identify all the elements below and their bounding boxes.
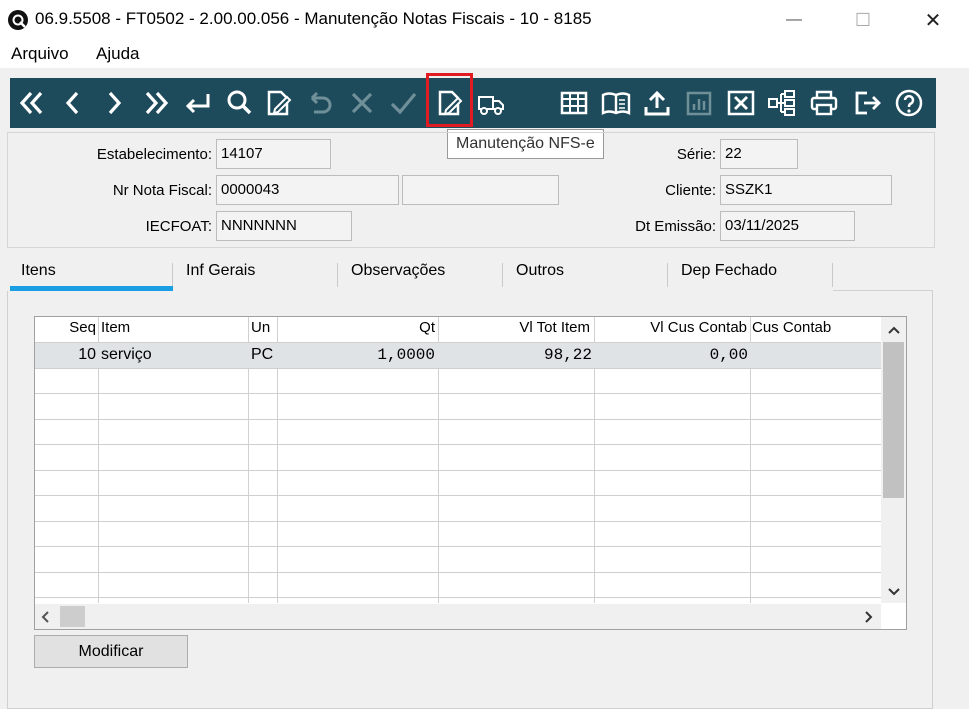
book-icon[interactable] (599, 86, 633, 120)
grid-row-line (35, 546, 881, 547)
upload-icon[interactable] (640, 86, 674, 120)
cliente-label: Cliente: (665, 182, 716, 199)
exit-icon[interactable] (850, 86, 884, 120)
cancel-icon[interactable] (345, 86, 379, 120)
horizontal-scroll-thumb[interactable] (60, 606, 85, 627)
nr-nota-fiscal-extra-field[interactable] (402, 175, 559, 205)
first-icon[interactable] (15, 86, 49, 120)
cell-vl-cus-contab: 0,00 (709, 346, 748, 364)
menu-ajuda[interactable]: Ajuda (96, 44, 139, 64)
maximize-button[interactable]: ☐ (840, 4, 886, 36)
tab-border (833, 290, 933, 291)
menu-arquivo[interactable]: Arquivo (11, 44, 69, 64)
print-icon[interactable] (807, 86, 841, 120)
scroll-down-icon[interactable] (884, 584, 904, 600)
column-header-item[interactable]: Item (101, 319, 130, 336)
grid-row-line (35, 444, 881, 445)
cell-qt: 1,0000 (377, 346, 435, 364)
delivery-truck-icon[interactable] (474, 86, 508, 120)
help-icon[interactable] (892, 86, 926, 120)
highlight-box (426, 73, 473, 127)
column-header-vl-cus-contab[interactable]: Vl Cus Contab (597, 319, 747, 336)
tab-inf-gerais[interactable]: Inf Gerais (186, 262, 255, 280)
nr-nota-fiscal-label: Nr Nota Fiscal: (112, 182, 212, 199)
nr-nota-fiscal-field[interactable]: 0000043 (216, 175, 399, 205)
next-icon[interactable] (97, 86, 131, 120)
last-icon[interactable] (139, 86, 173, 120)
grid-row-line (35, 597, 881, 598)
grid-row-line (35, 495, 881, 496)
grid-row-line (35, 393, 881, 394)
column-header-vl-tot-item[interactable]: Vl Tot Item (441, 319, 590, 336)
column-header-qt[interactable]: Qt (280, 319, 435, 336)
cell-vl-tot-item: 98,22 (543, 346, 592, 364)
edit-icon[interactable] (262, 86, 296, 120)
tab-separator (172, 263, 173, 287)
tab-itens[interactable]: Itens (21, 262, 56, 280)
tab-separator (667, 263, 668, 287)
search-icon[interactable] (222, 86, 256, 120)
cell-item: serviço (101, 346, 152, 363)
grid-row-line (35, 572, 881, 573)
estabelecimento-label: Estabelecimento: (96, 146, 212, 163)
dt-emissao-label: Dt Emissão: (635, 218, 716, 235)
cell-un: PC (251, 346, 274, 363)
cliente-field[interactable]: SSZK1 (720, 175, 892, 205)
grid-row-line (35, 419, 881, 420)
serie-label: Série: (676, 146, 716, 163)
excel-icon[interactable] (724, 86, 758, 120)
iecfoat-field[interactable]: NNNNNNN (216, 211, 352, 241)
tab-observacoes[interactable]: Observações (351, 262, 445, 280)
column-header-cus-contab[interactable]: Cus Contab (752, 319, 831, 336)
confirm-icon[interactable] (386, 86, 420, 120)
tab-separator (337, 263, 338, 287)
tree-icon[interactable] (765, 86, 799, 120)
close-button[interactable]: ✕ (910, 4, 956, 36)
scroll-left-icon[interactable] (38, 608, 54, 626)
minimize-icon: — (786, 11, 802, 28)
window-title: 06.9.5508 - FT0502 - 2.00.00.056 - Manut… (35, 9, 592, 28)
chart-icon[interactable] (682, 86, 716, 120)
vertical-scroll-thumb[interactable] (883, 342, 904, 498)
app-logo-icon (7, 9, 29, 31)
goto-icon[interactable] (180, 86, 214, 120)
cell-seq: 10 (78, 346, 96, 363)
tab-separator (502, 263, 503, 287)
close-icon: ✕ (924, 9, 942, 32)
grid-row-line (35, 470, 881, 471)
modificar-button[interactable]: Modificar (34, 635, 188, 668)
column-header-un[interactable]: Un (251, 319, 270, 336)
serie-field[interactable]: 22 (720, 139, 798, 169)
grid-row-line (35, 521, 881, 522)
table-icon[interactable] (557, 86, 591, 120)
scroll-up-icon[interactable] (884, 322, 904, 338)
maximize-icon: ☐ (854, 9, 872, 30)
iecfoat-label: IECFOAT: (145, 218, 212, 235)
dt-emissao-field[interactable]: 03/11/2025 (720, 211, 855, 241)
grid-row-line (35, 368, 881, 369)
estabelecimento-field[interactable]: 14107 (216, 139, 331, 169)
tab-outros[interactable]: Outros (516, 262, 564, 280)
tab-dep-fechado[interactable]: Dep Fechado (681, 262, 777, 280)
minimize-button[interactable]: — (771, 4, 817, 36)
scroll-right-icon[interactable] (860, 608, 876, 626)
menu-bar (0, 40, 969, 68)
undo-icon[interactable] (303, 86, 337, 120)
horizontal-scrollbar[interactable] (35, 604, 881, 629)
tab-separator (832, 263, 833, 287)
column-header-seq[interactable]: Seq (38, 319, 96, 336)
previous-icon[interactable] (56, 86, 90, 120)
grid-row-line (35, 342, 881, 343)
